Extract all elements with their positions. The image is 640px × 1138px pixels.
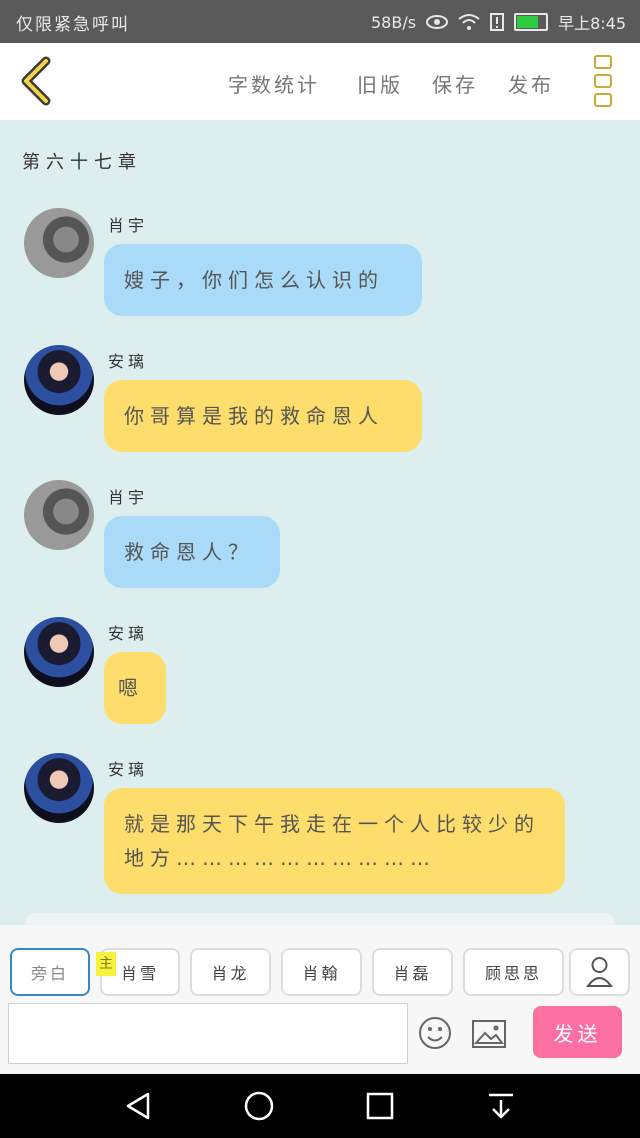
battery-fill: [517, 16, 539, 28]
speaker-name: 安璃: [108, 760, 149, 779]
status-indicators: 58B/s 早上8:45: [371, 10, 626, 34]
send-button[interactable]: 发送: [533, 1006, 622, 1058]
save-button[interactable]: 保存: [432, 69, 478, 98]
person-icon: [586, 957, 613, 987]
message-input[interactable]: [8, 1003, 408, 1064]
more-vertical-icon[interactable]: [590, 55, 618, 109]
avatar[interactable]: [24, 617, 94, 687]
avatar[interactable]: [24, 753, 94, 823]
eye-icon: [426, 15, 449, 29]
add-role-button[interactable]: [569, 948, 630, 996]
avatar[interactable]: [24, 480, 94, 550]
publish-button[interactable]: 发布: [508, 69, 554, 98]
chapter-title: 第六十七章: [22, 152, 142, 173]
avatar[interactable]: [24, 345, 94, 415]
nav-bar: [0, 1074, 640, 1138]
speaker-name: 安璃: [108, 624, 149, 643]
role-chip[interactable]: 肖龙: [190, 948, 271, 996]
home-circle-icon[interactable]: [243, 1090, 275, 1122]
network-speed: 58B/s: [371, 12, 417, 32]
battery-icon: [514, 13, 549, 31]
top-toolbar: 字数统计 旧版 保存 发布: [0, 43, 640, 120]
notification-down-icon[interactable]: [485, 1090, 517, 1122]
status-bar: 仅限紧急呼叫 58B/s 早上8:45: [0, 0, 640, 43]
alert-icon: [490, 13, 505, 31]
chevron-left-icon[interactable]: [14, 55, 64, 107]
message-bubble[interactable]: 你哥算是我的救命恩人: [104, 380, 422, 452]
message-bubble[interactable]: 救命恩人？: [104, 516, 280, 588]
emoji-icon[interactable]: [418, 1016, 452, 1050]
word-count-button[interactable]: 字数统计: [228, 69, 320, 98]
speaker-name: 肖宇: [108, 488, 149, 507]
message-bubble[interactable]: 就是那天下午我走在一个人比较少的地方…………………………: [104, 788, 565, 894]
avatar[interactable]: [24, 208, 94, 278]
carrier-text: 仅限紧急呼叫: [16, 15, 130, 35]
main-role-badge: 主: [96, 952, 116, 976]
message-bubble[interactable]: 嗯: [104, 652, 166, 724]
role-chip[interactable]: 肖翰: [281, 948, 362, 996]
recents-square-icon[interactable]: [364, 1090, 396, 1122]
role-chip-narration[interactable]: 旁白: [10, 948, 90, 996]
time-text: 早上8:45: [558, 14, 626, 33]
wifi-icon: [458, 14, 480, 30]
message-bubble[interactable]: 嫂子，你们怎么认识的: [104, 244, 422, 316]
old-version-button[interactable]: 旧版: [357, 69, 403, 98]
role-chip[interactable]: 顾思思: [463, 948, 564, 996]
back-triangle-icon[interactable]: [122, 1090, 154, 1122]
image-icon[interactable]: [472, 1020, 506, 1048]
speaker-name: 肖宇: [108, 216, 149, 235]
role-chip[interactable]: 肖磊: [372, 948, 453, 996]
speaker-name: 安璃: [108, 352, 149, 371]
